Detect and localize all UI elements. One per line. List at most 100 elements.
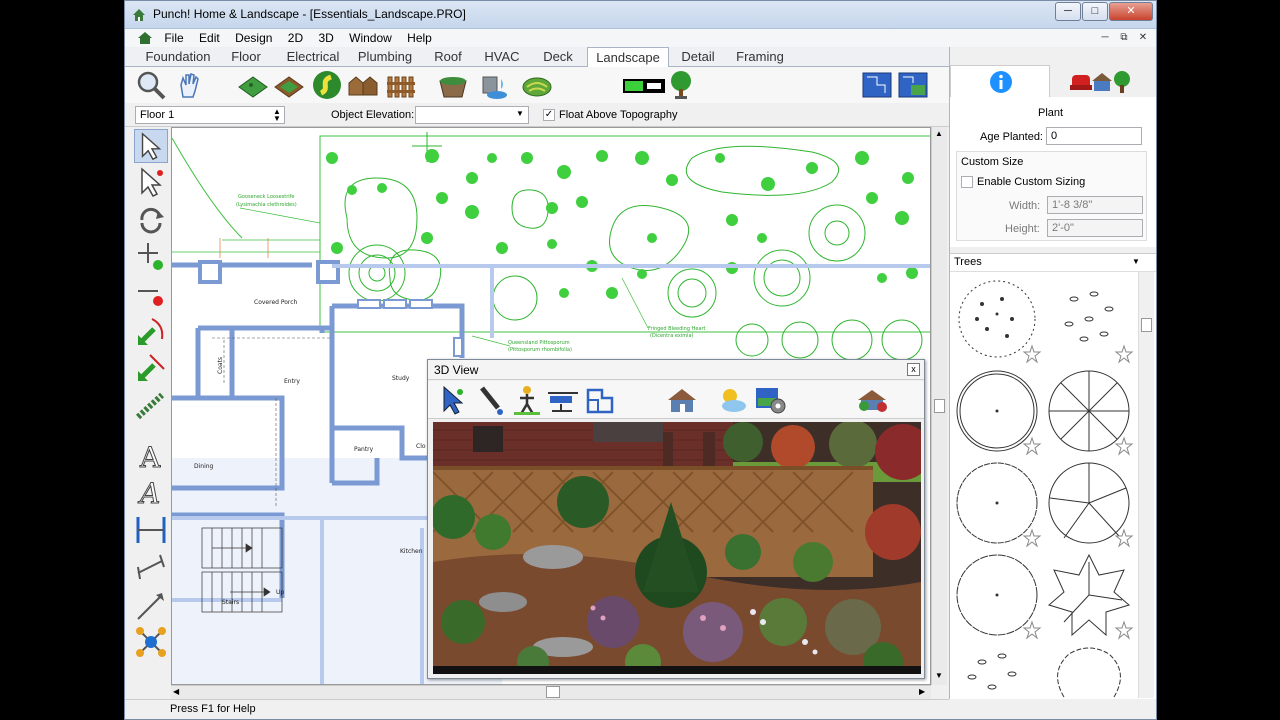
library-scrollbar[interactable] <box>1138 272 1154 698</box>
svg-text:A: A <box>137 477 160 509</box>
select-arrow-icon[interactable] <box>134 129 168 163</box>
measure-icon[interactable] <box>134 589 168 623</box>
tab-hvac[interactable]: HVAC <box>477 47 527 67</box>
vertical-scroll-thumb[interactable] <box>934 399 945 413</box>
room-label-closet: Clo <box>416 443 426 450</box>
mdi-close-button[interactable]: ✕ <box>1133 31 1153 45</box>
tree-symbol-6[interactable] <box>1044 458 1134 548</box>
floor-select[interactable]: Floor 1 <box>135 106 285 124</box>
enable-custom-sizing-checkbox[interactable] <box>961 176 973 188</box>
tree-symbol-10[interactable] <box>1044 642 1134 700</box>
planter-icon[interactable] <box>437 69 469 101</box>
tree-symbol-9[interactable] <box>952 642 1042 700</box>
menu-file[interactable]: File <box>158 29 189 47</box>
walkthrough-icon[interactable] <box>512 384 542 416</box>
floor-plan-view-icon[interactable] <box>584 384 616 416</box>
chevron-down-icon[interactable]: ▼ <box>516 109 524 118</box>
menu-edit[interactable]: Edit <box>193 29 226 47</box>
tree-symbol-5[interactable] <box>952 458 1042 548</box>
maximize-button[interactable]: □ <box>1082 2 1108 21</box>
zoom-icon[interactable] <box>135 69 167 101</box>
delete-point-icon[interactable] <box>134 277 168 311</box>
app-icon <box>131 7 147 23</box>
tab-floor[interactable]: Floor <box>221 47 271 67</box>
ground-cover-icon[interactable] <box>521 69 553 101</box>
water-feature-icon[interactable] <box>477 69 509 101</box>
scroll-left-icon[interactable]: ◀ <box>173 687 179 696</box>
aerial-view-icon[interactable] <box>546 384 580 416</box>
float-above-checkbox[interactable]: ✓ <box>543 109 555 121</box>
connect-nodes-icon[interactable] <box>134 625 168 659</box>
tab-library[interactable] <box>1050 65 1156 97</box>
vertical-scrollbar[interactable]: ▲ ▼ <box>931 127 947 685</box>
menu-design[interactable]: Design <box>229 29 278 47</box>
terrain-region-icon[interactable] <box>237 69 269 101</box>
site-plan-icon[interactable] <box>897 69 929 101</box>
height-input[interactable]: 2'-0" <box>1047 219 1143 237</box>
scroll-right-icon[interactable]: ▶ <box>919 687 925 696</box>
tab-foundation[interactable]: Foundation <box>139 47 217 67</box>
tab-deck[interactable]: Deck <box>535 47 581 67</box>
rotate-icon[interactable] <box>134 203 168 237</box>
scroll-up-icon[interactable]: ▲ <box>935 129 943 138</box>
tree-symbol-3[interactable] <box>952 366 1042 456</box>
plan-view-icon[interactable] <box>861 69 893 101</box>
width-input[interactable]: 1'-8 3/8" <box>1047 196 1143 214</box>
scroll-down-icon[interactable]: ▼ <box>935 671 943 680</box>
tree-symbol-2[interactable] <box>1044 274 1134 364</box>
italic-text-icon[interactable]: A <box>134 475 168 509</box>
minimize-button[interactable]: ─ <box>1055 2 1081 21</box>
tree-icon[interactable] <box>665 69 697 101</box>
topography-slider-icon[interactable] <box>621 69 667 101</box>
tree-symbol-1[interactable] <box>952 274 1042 364</box>
tab-electrical[interactable]: Electrical <box>277 47 349 67</box>
path-icon[interactable] <box>311 69 343 101</box>
3d-view-window[interactable]: 3D View x <box>427 359 925 679</box>
house-with-landscape-icon[interactable] <box>856 384 888 416</box>
tab-plumbing[interactable]: Plumbing <box>353 47 417 67</box>
menu-window[interactable]: Window <box>343 29 398 47</box>
eyedropper-icon[interactable] <box>476 384 506 416</box>
tab-framing[interactable]: Framing <box>729 47 791 67</box>
3d-select-arrow-icon[interactable] <box>438 384 468 416</box>
planting-bed-icon[interactable] <box>273 69 305 101</box>
close-button[interactable]: ✕ <box>1109 2 1153 21</box>
tab-roof[interactable]: Roof <box>425 47 471 67</box>
menu-3d[interactable]: 3D <box>312 29 339 47</box>
text-icon[interactable]: A <box>134 439 168 473</box>
arc-edit-icon[interactable] <box>134 315 168 349</box>
tab-landscape[interactable]: Landscape <box>587 47 669 68</box>
library-category-select[interactable]: Trees ▼ <box>950 254 1156 272</box>
horizontal-scroll-thumb[interactable] <box>546 686 560 698</box>
age-planted-input[interactable]: 0 <box>1046 127 1142 145</box>
add-point-icon[interactable] <box>134 239 168 273</box>
tree-symbol-7[interactable] <box>952 550 1042 640</box>
menu-2d[interactable]: 2D <box>282 29 309 47</box>
pan-hand-icon[interactable] <box>173 69 205 101</box>
mdi-restore-button[interactable]: ⧉ <box>1114 31 1134 45</box>
select-multiple-icon[interactable] <box>134 165 168 199</box>
mdi-minimize-button[interactable]: ─ <box>1095 31 1115 45</box>
weather-icon[interactable] <box>716 384 748 416</box>
library-scroll-thumb[interactable] <box>1141 318 1152 332</box>
dimension-angled-icon[interactable] <box>134 551 168 585</box>
tab-detail[interactable]: Detail <box>673 47 723 67</box>
spline-icon[interactable] <box>134 389 168 423</box>
tab-properties[interactable] <box>950 65 1050 97</box>
object-elevation-input[interactable] <box>415 106 529 124</box>
fence-icon[interactable] <box>385 69 417 101</box>
tree-symbol-4[interactable] <box>1044 366 1134 456</box>
garden-structure-icon[interactable] <box>347 69 379 101</box>
garden-render-image <box>433 422 921 674</box>
render-settings-icon[interactable] <box>754 384 788 416</box>
3d-render-viewport[interactable] <box>433 422 921 674</box>
spinner-arrows-icon[interactable]: ▲▼ <box>273 108 281 122</box>
menu-help[interactable]: Help <box>401 29 438 47</box>
horizontal-scrollbar[interactable]: ◀ ▶ <box>171 685 931 699</box>
3d-view-header[interactable]: 3D View x <box>428 360 924 380</box>
house-render-icon[interactable] <box>666 384 702 416</box>
dimension-icon[interactable] <box>134 513 168 547</box>
tree-symbol-8[interactable] <box>1044 550 1134 640</box>
line-edit-icon[interactable] <box>134 351 168 385</box>
3d-view-close-button[interactable]: x <box>907 363 920 376</box>
